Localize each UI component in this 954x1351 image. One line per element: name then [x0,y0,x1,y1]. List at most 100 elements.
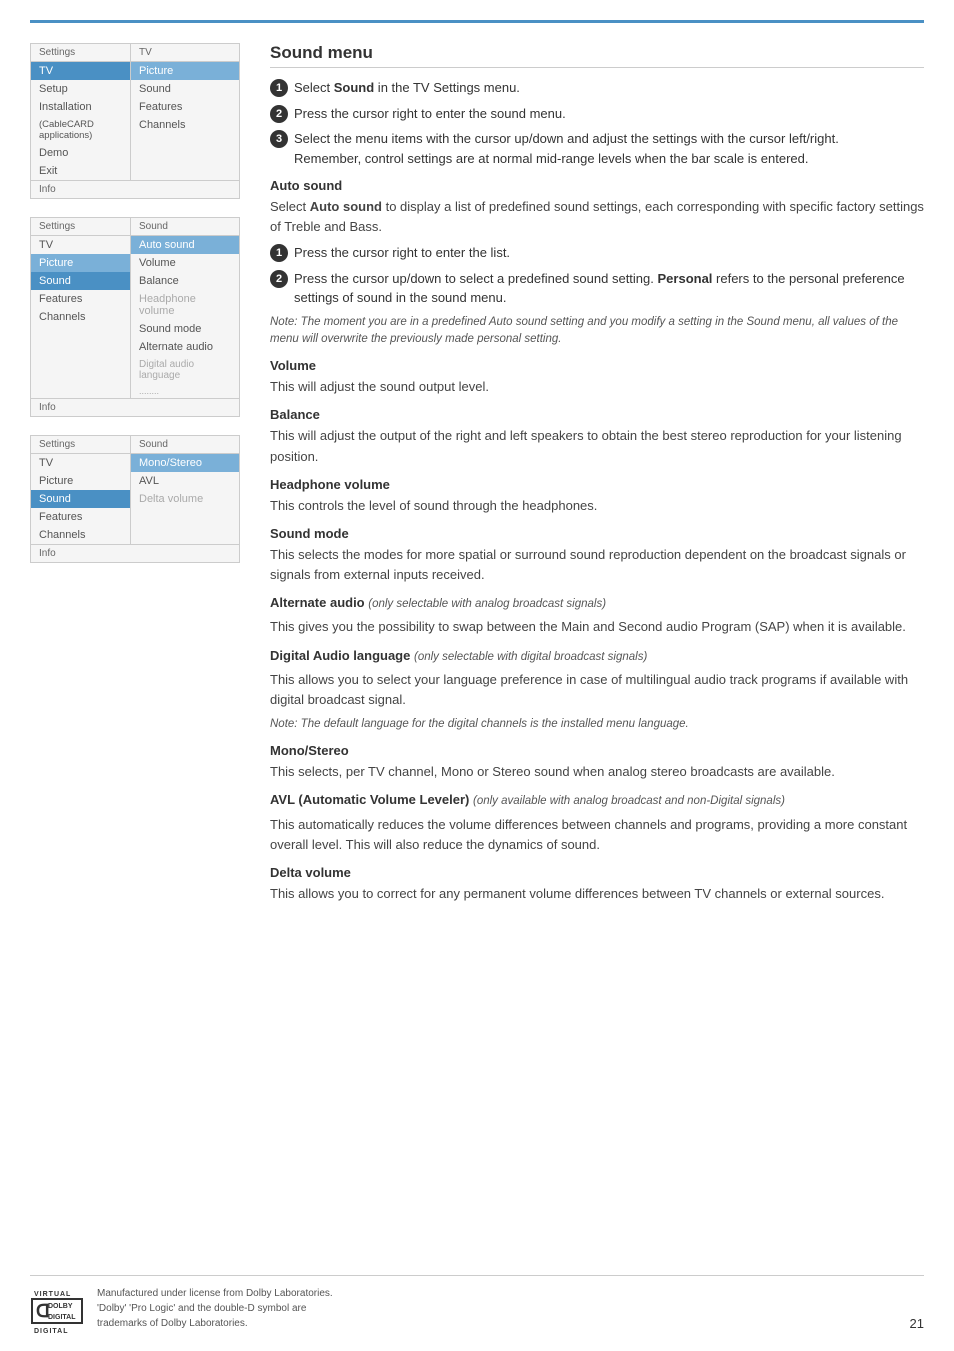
menu2-item-picture[interactable]: Picture [31,254,130,272]
menu-box-2: Settings Sound TV Picture Sound Features… [30,217,240,417]
balance-body: This will adjust the output of the right… [270,426,924,466]
menu1-item-installation[interactable]: Installation [31,98,130,116]
sound-mode-body: This selects the modes for more spatial … [270,545,924,585]
menu1-item-tv[interactable]: TV [31,62,130,80]
menu3-label-left: Settings [31,436,130,453]
headphone-title: Headphone volume [270,477,924,492]
menu2-body: TV Picture Sound Features Channels Auto … [31,236,239,398]
sound-menu-title: Sound menu [270,43,924,68]
alternate-audio-title: Alternate audio (only selectable with an… [270,595,924,613]
menu3-right-mono[interactable]: Mono/Stereo [131,454,239,472]
menu2-right-autosound[interactable]: Auto sound [131,236,239,254]
menu3-item-sound[interactable]: Sound [31,490,130,508]
svg-text:VIRTUAL: VIRTUAL [34,1291,71,1298]
auto-sound-body: Select Auto sound to display a list of p… [270,197,924,237]
auto-step-2-text: Press the cursor up/down to select a pre… [294,269,924,308]
avl-subtitle: (only available with analog broadcast an… [473,795,785,807]
menu2-dots: ........ [131,384,239,398]
balance-title: Balance [270,407,924,422]
menu2-right-alternate[interactable]: Alternate audio [131,338,239,356]
alternate-audio-body: This gives you the possibility to swap b… [270,617,924,637]
dolby-logo: VIRTUAL ᗡ DOLBY DIGITAL DIGITAL [30,1286,85,1331]
volume-body: This will adjust the sound output level. [270,377,924,397]
menu1-item-exit[interactable]: Exit [31,162,130,180]
step-3: 3 Select the menu items with the cursor … [270,129,924,168]
menu1-right-channels[interactable]: Channels [131,116,239,134]
auto-sound-title: Auto sound [270,178,924,193]
menu2-right-headphone[interactable]: Headphone volume [131,290,239,320]
digital-audio-subtitle: (only selectable with digital broadcast … [414,651,647,663]
dolby-logo-svg: VIRTUAL ᗡ DOLBY DIGITAL DIGITAL [30,1286,85,1336]
auto-step-1: 1 Press the cursor right to enter the li… [270,243,924,263]
menu3-item-picture[interactable]: Picture [31,472,130,490]
footer: VIRTUAL ᗡ DOLBY DIGITAL DIGITAL Manufact… [30,1275,924,1331]
step-1-text: Select Sound in the TV Settings menu. [294,78,924,98]
step-2: 2 Press the cursor right to enter the so… [270,104,924,124]
digital-audio-note: Note: The default language for the digit… [270,716,924,733]
menu2-right-balance[interactable]: Balance [131,272,239,290]
footer-text-block: Manufactured under license from Dolby La… [97,1286,333,1331]
menu3-header: Settings Sound [31,436,239,454]
step-2-text: Press the cursor right to enter the soun… [294,104,924,124]
avl-title: AVL (Automatic Volume Leveler) (only ava… [270,792,924,810]
menu3-right-avl[interactable]: AVL [131,472,239,490]
menu3-label-right: Sound [131,436,239,453]
menu2-item-features[interactable]: Features [31,290,130,308]
menu1-left-panel: TV Setup Installation (CableCARD applica… [31,62,131,180]
avl-bold: AVL (Automatic Volume Leveler) [270,792,469,807]
mono-stereo-body: This selects, per TV channel, Mono or St… [270,762,924,782]
menu1-label-left: Settings [31,44,130,61]
step-3-text: Select the menu items with the cursor up… [294,129,924,168]
menu3-item-features[interactable]: Features [31,508,130,526]
digital-audio-bold: Digital Audio language [270,648,410,663]
delta-title: Delta volume [270,865,924,880]
menu1-item-demo[interactable]: Demo [31,144,130,162]
menu1-right-features[interactable]: Features [131,98,239,116]
menu1-item-cablecard[interactable]: (CableCARD applications) [31,116,130,144]
menu3-info: Info [31,544,239,562]
delta-body: This allows you to correct for any perma… [270,884,924,904]
menu1-right-picture[interactable]: Picture [131,62,239,80]
menu2-right-volume[interactable]: Volume [131,254,239,272]
menu-box-3: Settings Sound TV Picture Sound Features… [30,435,240,563]
menu2-right-digital[interactable]: Digital audio language [131,356,239,384]
auto-sound-note: Note: The moment you are in a predefined… [270,314,924,349]
menu3-item-tv[interactable]: TV [31,454,130,472]
menu2-item-tv[interactable]: TV [31,236,130,254]
menu1-right-sound[interactable]: Sound [131,80,239,98]
svg-text:DIGITAL: DIGITAL [34,1328,68,1335]
menu1-info: Info [31,180,239,198]
digital-audio-title: Digital Audio language (only selectable … [270,648,924,666]
step-1: 1 Select Sound in the TV Settings menu. [270,78,924,98]
menu3-left-panel: TV Picture Sound Features Channels [31,454,131,544]
menu2-right-panel: Auto sound Volume Balance Headphone volu… [131,236,239,398]
menu2-item-channels[interactable]: Channels [31,308,130,326]
footer-line-3: trademarks of Dolby Laboratories. [97,1316,333,1331]
menu2-item-sound[interactable]: Sound [31,272,130,290]
menu3-item-channels[interactable]: Channels [31,526,130,544]
headphone-body: This controls the level of sound through… [270,496,924,516]
auto-step-1-text: Press the cursor right to enter the list… [294,243,924,263]
auto-step-2: 2 Press the cursor up/down to select a p… [270,269,924,308]
menu1-label-right: TV [131,44,239,61]
auto-step-2-number: 2 [270,270,288,288]
digital-audio-body: This allows you to select your language … [270,670,924,710]
step-1-number: 1 [270,79,288,97]
volume-title: Volume [270,358,924,373]
sound-mode-title: Sound mode [270,526,924,541]
menu2-left-panel: TV Picture Sound Features Channels [31,236,131,398]
svg-text:DIGITAL: DIGITAL [48,1314,76,1321]
menu1-right-panel: Picture Sound Features Channels [131,62,239,180]
menu2-label-right: Sound [131,218,239,235]
menu-box-1: Settings TV TV Setup Installation (Cable… [30,43,240,199]
menu1-header: Settings TV [31,44,239,62]
top-decorative-line [30,20,924,23]
menu2-label-left: Settings [31,218,130,235]
footer-line-1: Manufactured under license from Dolby La… [97,1286,333,1301]
menu2-right-soundmode[interactable]: Sound mode [131,320,239,338]
step-2-number: 2 [270,105,288,123]
menu1-item-setup[interactable]: Setup [31,80,130,98]
avl-body: This automatically reduces the volume di… [270,815,924,855]
auto-step-1-number: 1 [270,244,288,262]
menu3-right-delta[interactable]: Delta volume [131,490,239,508]
